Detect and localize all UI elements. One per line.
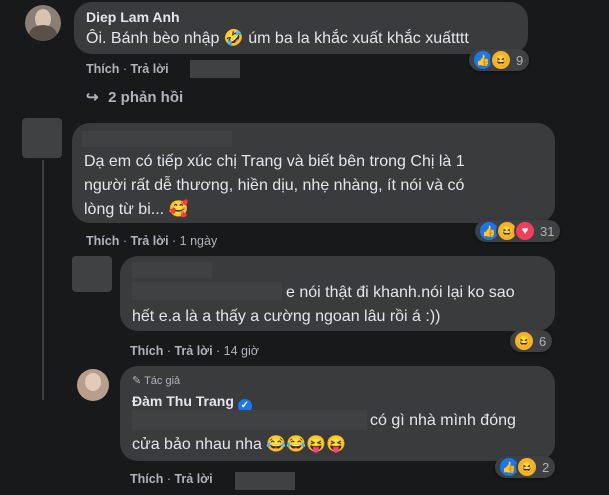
redacted-avatar	[72, 256, 112, 292]
redacted-mention	[132, 282, 282, 300]
comment-timestamp[interactable]: 1 ngày	[180, 234, 218, 248]
author-badge: ✎ Tác giả	[132, 374, 180, 387]
author-badge-icon: ✎	[132, 375, 142, 387]
comment-author[interactable]: Diep Lam Anh	[86, 9, 180, 25]
reply-text-line: hết e.a là a thấy a cường ngoan lâu rồi …	[132, 308, 441, 325]
comment-text-line: Dạ em có tiếp xúc chị Trang và biết bên …	[84, 153, 465, 170]
redacted-author	[132, 262, 212, 278]
haha-reaction-icon: 😆	[490, 49, 512, 71]
like-button[interactable]: Thích	[86, 234, 119, 248]
reaction-count: 9	[516, 52, 524, 68]
reaction-summary[interactable]: 👍 😆 ♥ 31	[475, 220, 561, 242]
view-replies-link[interactable]: ↪ 2 phản hồi	[86, 88, 183, 106]
reply-button[interactable]: Trả lời	[174, 344, 212, 358]
comment-text: Ôi. Bánh bèo nhập 🤣 úm ba la khắc xuất k…	[86, 30, 469, 47]
reply-actions: Thích · Trả lời	[130, 472, 213, 486]
replies-count: 2 phản hồi	[108, 89, 184, 106]
like-button[interactable]: Thích	[130, 472, 163, 486]
like-button[interactable]: Thích	[86, 62, 119, 76]
reply-timestamp[interactable]: 14 giờ	[224, 344, 259, 358]
reaction-summary[interactable]: 😆 6	[510, 330, 553, 352]
avatar[interactable]	[25, 5, 61, 41]
reaction-summary[interactable]: 👍 😆 2	[495, 456, 556, 478]
reply-text-line: e nói thật đi khanh.nói lại ko sao	[286, 284, 515, 301]
comment-actions: Thích · Trả lời · 1 ngày	[86, 234, 218, 248]
haha-reaction-icon: 😆	[516, 456, 538, 478]
reply-bubble: ✎ Tác giả Đàm Thu Trang ✓ có gì nhà mình…	[120, 366, 555, 461]
redacted-timestamp	[235, 472, 295, 490]
reaction-count: 31	[540, 223, 555, 239]
reply-text-line: có gì nhà mình đóng	[370, 412, 516, 429]
reaction-count: 6	[539, 333, 547, 349]
reply-text-line: cửa bảo nhau nha 😂😂😝😝	[132, 436, 347, 453]
redacted-mention	[132, 410, 367, 430]
redacted-avatar	[22, 118, 62, 158]
reply-arrow-icon: ↪	[86, 89, 99, 106]
redacted-author	[82, 131, 232, 147]
author-badge-label: Tác giả	[144, 375, 181, 387]
reaction-summary[interactable]: 👍 😆 9	[469, 49, 530, 71]
comment-bubble: Dạ em có tiếp xúc chị Trang và biết bên …	[72, 123, 555, 223]
reaction-count: 2	[542, 459, 550, 475]
reply-author-name: Đàm Thu Trang	[132, 393, 234, 409]
love-reaction-icon: ♥	[514, 220, 536, 242]
comment-text-line: người rất dễ thương, hiền dịu, nhẹ nhàng…	[84, 177, 465, 194]
redacted-timestamp	[190, 60, 240, 78]
reply-button[interactable]: Trả lời	[130, 234, 168, 248]
comment-actions: Thích · Trả lời	[86, 62, 169, 76]
haha-reaction-icon: 😆	[513, 330, 535, 352]
comment-bubble: Diep Lam Anh Ôi. Bánh bèo nhập 🤣 úm ba l…	[74, 2, 528, 54]
reply-button[interactable]: Trả lời	[174, 472, 212, 486]
reply-bubble: e nói thật đi khanh.nói lại ko sao hết e…	[120, 256, 555, 331]
comment-text-line: lòng từ bi... 🥰	[84, 201, 189, 218]
reply-actions: Thích · Trả lời · 14 giờ	[130, 344, 259, 358]
thread-line	[42, 160, 44, 400]
avatar[interactable]	[77, 369, 109, 401]
like-button[interactable]: Thích	[130, 344, 163, 358]
reply-button[interactable]: Trả lời	[130, 62, 168, 76]
